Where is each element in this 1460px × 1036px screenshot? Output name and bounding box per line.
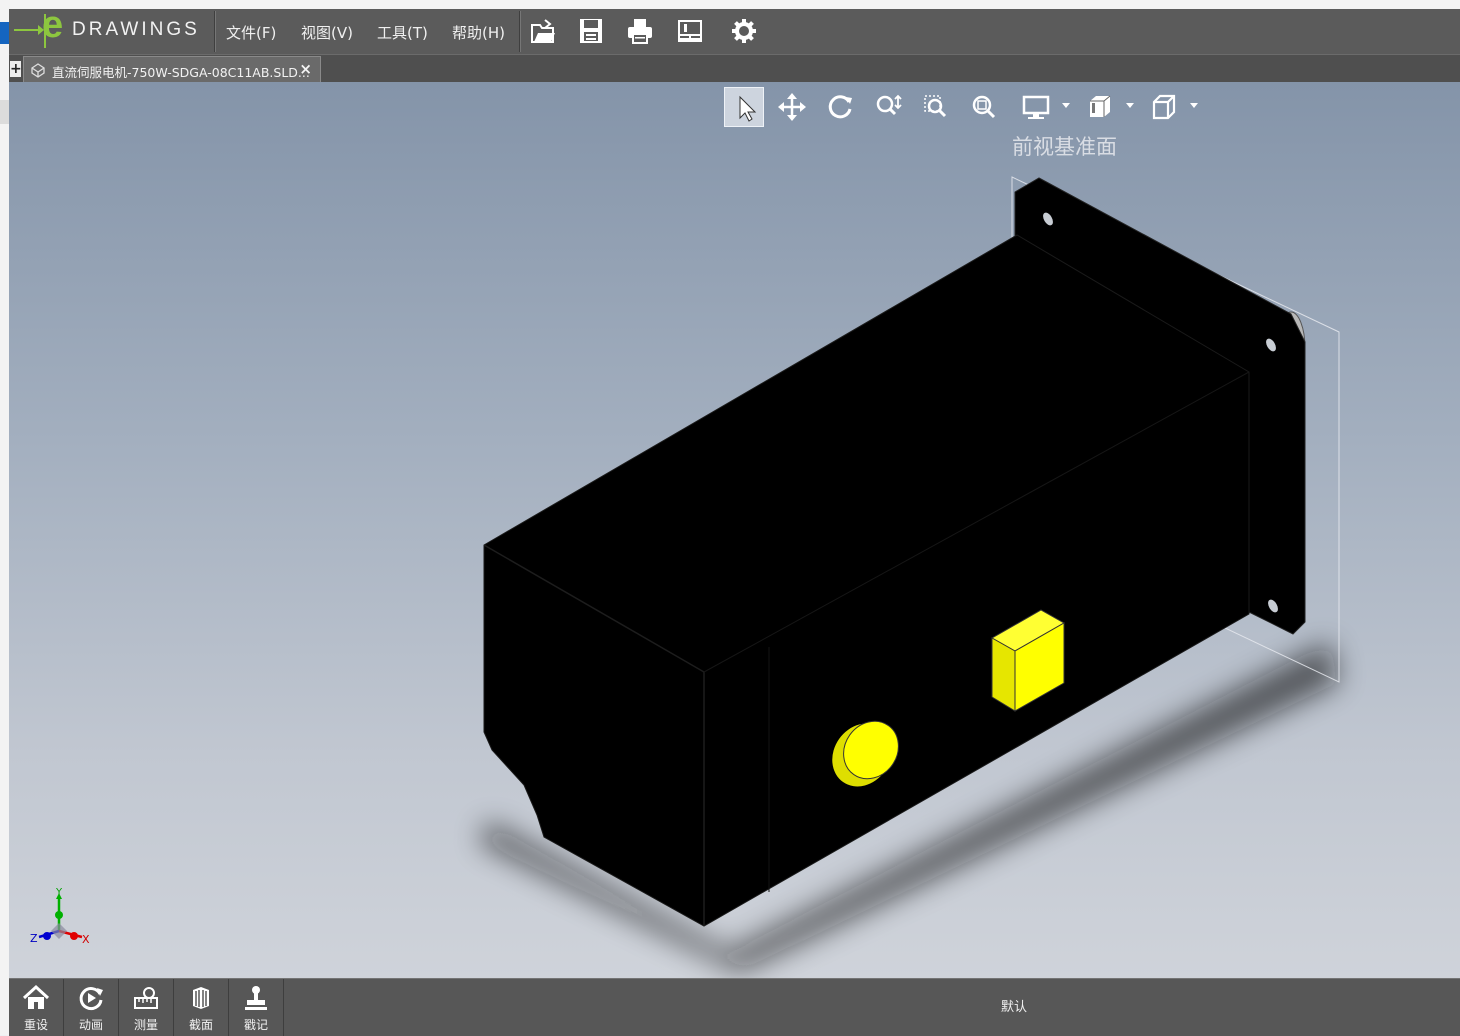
stamp-label: 戳记	[243, 1018, 268, 1032]
document-tab-title: 直流伺服电机-750W-SDGA-08C11AB.SLD...	[52, 65, 310, 80]
axis-triad: Y Z X	[30, 887, 90, 946]
view-orientation-icon[interactable]	[1080, 87, 1120, 127]
section-label: 截面	[188, 1018, 213, 1032]
logo-arrow	[14, 25, 44, 35]
box-view-icon[interactable]	[1144, 87, 1184, 127]
new-tab-button[interactable]: +	[10, 61, 22, 77]
top-bar: e DRAWINGS 文件(F) 视图(V) 工具(T) 帮助(H)	[9, 5, 1460, 54]
measure-icon	[134, 987, 158, 1009]
chevron-down-icon[interactable]	[1190, 103, 1198, 108]
chevron-down-icon[interactable]	[1126, 103, 1134, 108]
document-tab[interactable]: 直流伺服电机-750W-SDGA-08C11AB.SLD... ×	[23, 56, 321, 83]
zoom-icon[interactable]	[868, 87, 908, 127]
logo-text: DRAWINGS	[72, 19, 200, 40]
section-button[interactable]: 截面	[174, 979, 229, 1036]
triad-z-label: Z	[30, 932, 38, 945]
measure-button[interactable]: 测量	[119, 979, 174, 1036]
triad-x-label: X	[82, 933, 90, 946]
desktop-grey-marker	[0, 100, 9, 124]
part-document-icon	[31, 63, 45, 78]
desktop-strip-top	[0, 0, 1460, 9]
chevron-down-icon[interactable]	[1062, 103, 1070, 108]
bottom-toolbar: 重设 动画 测量 截面 戳记 默认	[9, 978, 1460, 1036]
animate-label: 动画	[78, 1018, 103, 1032]
reset-label: 重设	[23, 1018, 48, 1032]
display-style-icon[interactable]	[1016, 87, 1056, 127]
stamp-icon	[245, 986, 267, 1010]
select-icon[interactable]	[724, 87, 764, 127]
menu-view[interactable]: 视图(V)	[301, 22, 353, 43]
triad-y-label: Y	[55, 887, 63, 898]
edrawings-window: e DRAWINGS 文件(F) 视图(V) 工具(T) 帮助(H) + 直流伺…	[9, 5, 1460, 1036]
toolbar-separator	[519, 11, 521, 52]
graphics-viewport[interactable]: 前视基准面 Y Z X	[9, 82, 1460, 978]
measure-label: 测量	[133, 1018, 158, 1032]
menu-tools[interactable]: 工具(T)	[377, 22, 428, 43]
sheet-properties-icon[interactable]	[676, 17, 704, 45]
section-icon	[193, 987, 209, 1009]
animate-button[interactable]: 动画	[64, 979, 119, 1036]
rotate-icon[interactable]	[820, 87, 860, 127]
pan-icon[interactable]	[772, 87, 812, 127]
settings-gear-icon[interactable]	[730, 17, 758, 45]
zoom-to-area-icon[interactable]	[916, 87, 956, 127]
front-plane-label: 前视基准面	[1012, 135, 1117, 159]
zoom-to-fit-icon[interactable]	[964, 87, 1004, 127]
logo-e: e	[42, 4, 64, 46]
servo-motor-model	[479, 176, 1340, 972]
close-tab-icon[interactable]: ×	[299, 60, 312, 78]
menu-help[interactable]: 帮助(H)	[452, 22, 505, 43]
home-icon	[22, 984, 50, 1009]
menu-file[interactable]: 文件(F)	[226, 22, 276, 43]
reset-button[interactable]: 重设	[9, 979, 64, 1036]
edrawings-logo: e DRAWINGS	[14, 5, 214, 51]
open-icon[interactable]	[529, 17, 557, 45]
document-tab-row: + 直流伺服电机-750W-SDGA-08C11AB.SLD... ×	[9, 54, 1460, 83]
desktop-strip-left	[0, 0, 9, 1035]
desktop-blue-marker	[0, 22, 9, 44]
toolbar-separator	[214, 11, 216, 52]
animate-icon	[79, 987, 103, 1010]
print-icon[interactable]	[626, 17, 654, 45]
configuration-name[interactable]: 默认	[1001, 996, 1027, 1015]
stamp-button[interactable]: 戳记	[229, 979, 284, 1036]
heads-up-toolbar	[724, 87, 1224, 127]
save-icon[interactable]	[577, 17, 605, 45]
